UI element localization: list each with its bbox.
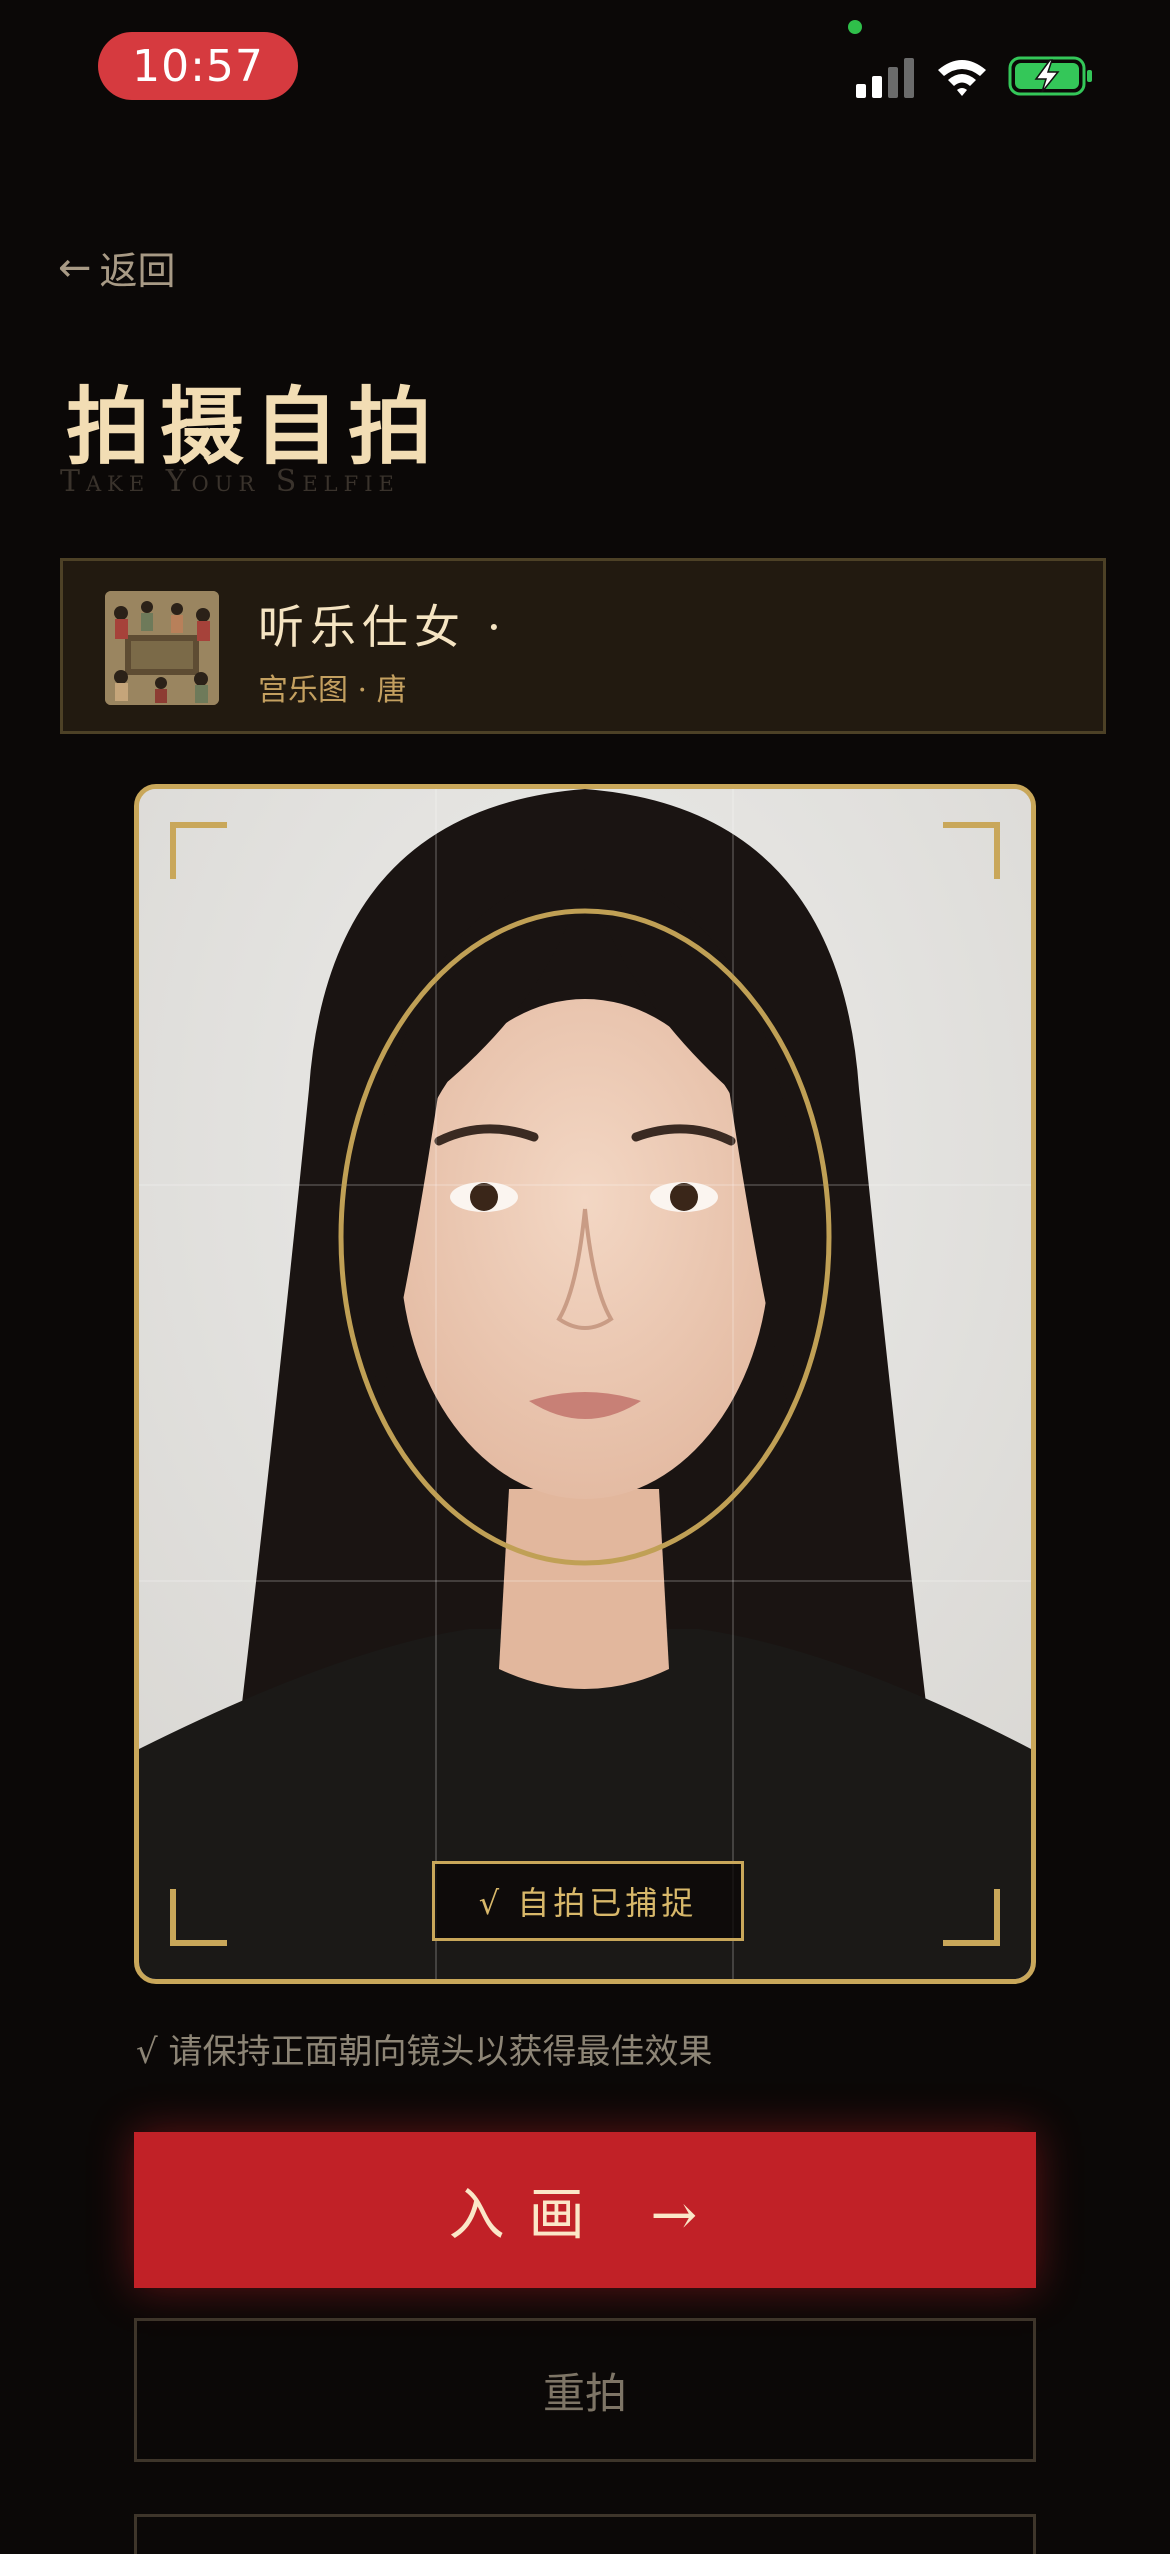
selfie-captured-badge: √ 自拍已捕捉 [432, 1861, 744, 1941]
camera-in-use-indicator [848, 20, 862, 34]
painting-thumbnail [105, 591, 219, 705]
signal-icon [856, 58, 914, 98]
selfie-preview-frame: √ 自拍已捕捉 [134, 784, 1036, 1984]
selected-painting-card: 听乐仕女 · 宫乐图 · 唐 [60, 558, 1106, 734]
page-title: 拍摄自拍 [66, 377, 443, 476]
partially-visible-button[interactable] [134, 2514, 1036, 2554]
retake-button[interactable]: 重拍 [134, 2318, 1036, 2462]
back-label: 返回 [99, 249, 176, 293]
status-time: 10:57 [98, 32, 298, 100]
painting-name: 听乐仕女 · [258, 600, 508, 654]
back-button[interactable]: ← 返回 [58, 240, 176, 295]
page-subtitle: Take Your Selfie [60, 464, 400, 499]
back-arrow-icon: ← [58, 244, 92, 291]
wifi-icon [938, 60, 986, 96]
selfie-photo [139, 789, 1031, 1979]
status-bar: 10:57 [0, 0, 1170, 140]
battery-charging-icon [1008, 56, 1092, 96]
tip-text: √ 请保持正面朝向镜头以获得最佳效果 [136, 2032, 713, 2072]
enter-painting-button[interactable]: 入画 → [134, 2132, 1036, 2288]
painting-meta: 宫乐图 · 唐 [258, 673, 407, 708]
